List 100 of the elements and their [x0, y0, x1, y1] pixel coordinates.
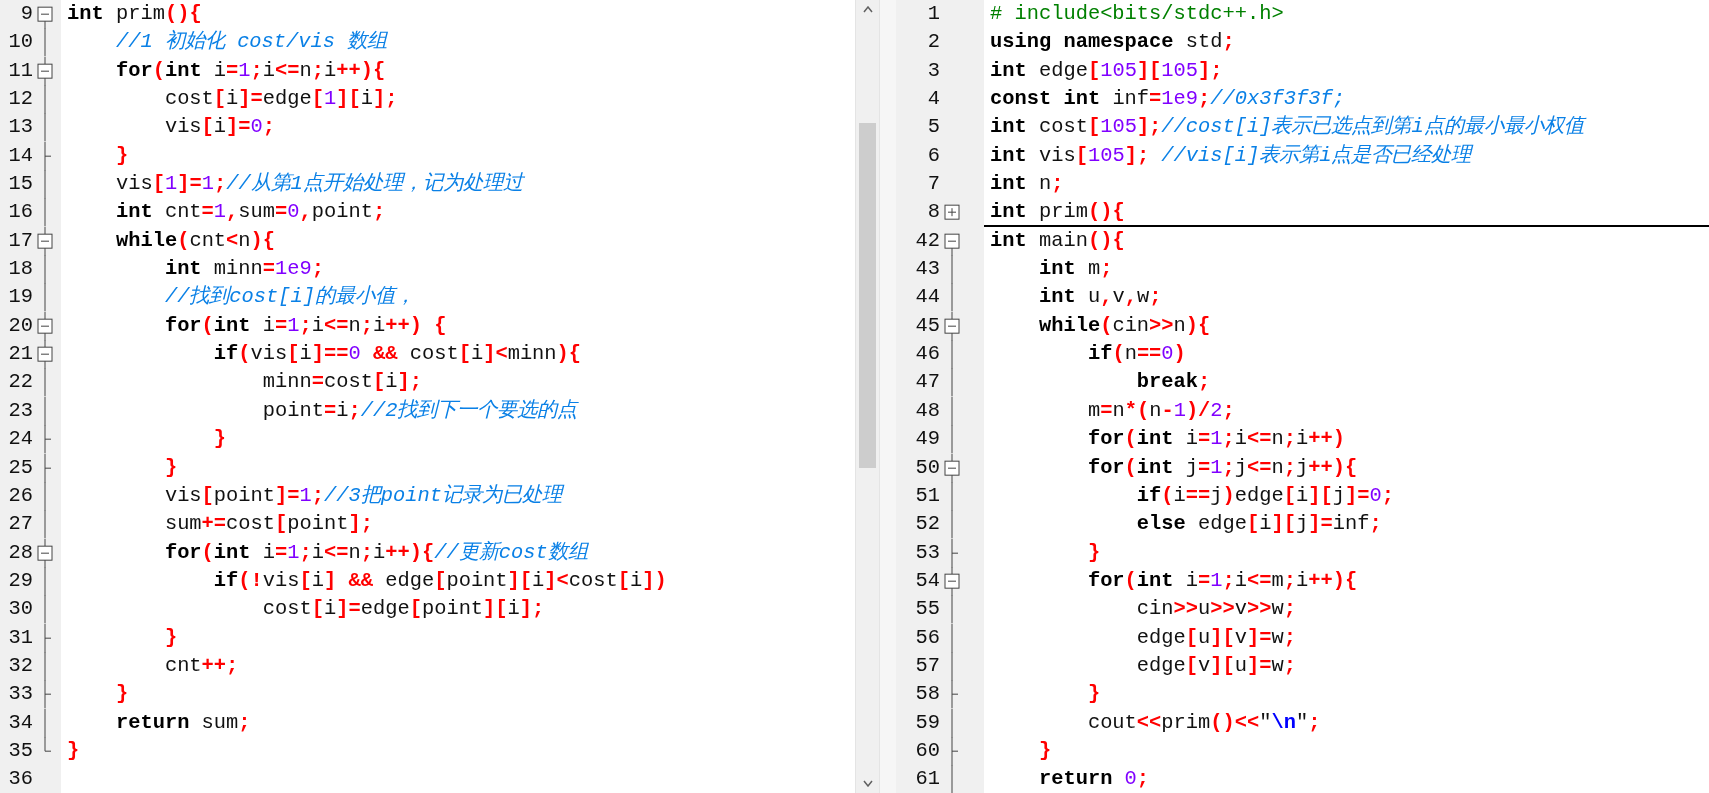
- collapse-icon[interactable]: [37, 340, 53, 369]
- line-number: 26: [7, 482, 33, 509]
- code-line: using namespace std;: [990, 29, 1235, 56]
- code-line: }: [114, 681, 129, 708]
- line-number: 9: [19, 1, 33, 27]
- line-number: 16: [7, 199, 33, 226]
- code-line: sum+=cost[point];: [163, 511, 373, 538]
- line-number: 3: [926, 57, 940, 84]
- line-number: 28: [7, 539, 33, 566]
- scroll-up-icon[interactable]: [862, 6, 873, 13]
- code-line: //1 初始化 cost/vis 数组: [114, 29, 388, 56]
- line-number: 50: [914, 454, 940, 481]
- code-line: }: [163, 454, 178, 481]
- code-line: for(int i=1;i<=n;i++){//更新cost数组: [163, 539, 588, 566]
- line-number: 55: [914, 596, 940, 623]
- scrollbar[interactable]: [855, 0, 880, 793]
- code-line: if(vis[i]==0 && cost[i]<minn){: [212, 341, 582, 368]
- code-line: if(i==j)edge[i][j]=0;: [1135, 482, 1394, 509]
- line-number: 52: [914, 511, 940, 538]
- code-line: cost[i]=edge[1][i];: [163, 86, 398, 113]
- code-line: int edge[105][105];: [990, 57, 1223, 84]
- line-number: 21: [7, 341, 33, 368]
- collapse-icon[interactable]: [37, 226, 53, 256]
- line-number: 49: [914, 426, 940, 453]
- line-number: 2: [926, 29, 940, 56]
- line-number: 47: [914, 369, 940, 396]
- collapse-icon[interactable]: [944, 311, 960, 341]
- line-number: 17: [7, 227, 33, 254]
- line-number: 24: [7, 426, 33, 453]
- code-line: //找到cost[i]的最小值，: [163, 284, 416, 311]
- code-line: int vis[105]; //vis[i]表示第i点是否已经处理: [990, 142, 1472, 169]
- line-number: 42: [914, 227, 940, 254]
- code-line: return sum;: [114, 709, 251, 736]
- scroll-down-icon[interactable]: [862, 780, 873, 787]
- line-number: 61: [914, 766, 940, 793]
- code-line: }: [114, 142, 129, 169]
- code-line: }: [1086, 539, 1101, 566]
- line-number: 46: [914, 341, 940, 368]
- line-number: 58: [914, 681, 940, 708]
- line-number: 35: [7, 737, 33, 764]
- code-line: break;: [1135, 369, 1211, 396]
- line-number: 36: [7, 766, 33, 793]
- code-line: cin>>u>>v>>w;: [1135, 596, 1296, 623]
- line-number: 34: [7, 709, 33, 736]
- line-number: 29: [7, 567, 33, 594]
- code-line: # include<bits/stdc++.h>: [990, 1, 1284, 27]
- line-number: 45: [914, 312, 940, 339]
- code-line: cout<<prim()<<"\n";: [1086, 709, 1321, 736]
- line-number: 20: [7, 312, 33, 339]
- code-line: }: [1037, 737, 1052, 764]
- line-number: 23: [7, 397, 33, 424]
- line-number: 18: [7, 256, 33, 283]
- code-line: cost[i]=edge[point][i];: [261, 596, 545, 623]
- code-line: for(int i=1;i<=n;i++){: [114, 57, 386, 84]
- code-line: }: [1086, 681, 1101, 708]
- line-number: 54: [914, 567, 940, 594]
- scrollbar-thumb[interactable]: [859, 123, 876, 468]
- fold-line-icon: [44, 28, 46, 57]
- line-number: 48: [914, 397, 940, 424]
- collapse-icon[interactable]: [37, 538, 53, 567]
- code-line: vis[i]=0;: [163, 114, 276, 141]
- line-number: 27: [7, 511, 33, 538]
- collapse-icon[interactable]: [944, 566, 960, 596]
- code-line: else edge[i][j]=inf;: [1135, 511, 1382, 538]
- line-number: 51: [914, 482, 940, 509]
- code-line: if(!vis[i] && edge[point][i]<cost[i]): [212, 567, 667, 594]
- code-line: int main(){: [990, 227, 1125, 254]
- collapse-icon[interactable]: [944, 453, 960, 482]
- line-number: 8: [926, 199, 940, 226]
- code-line: int m;: [1037, 256, 1113, 283]
- line-number: 4: [926, 86, 940, 113]
- collapse-icon[interactable]: [37, 311, 53, 341]
- line-number: 1: [926, 1, 940, 27]
- code-line: int u,v,w;: [1037, 284, 1162, 311]
- line-number: 11: [7, 57, 33, 84]
- code-line: cnt++;: [163, 652, 239, 679]
- line-number: 30: [7, 596, 33, 623]
- code-line: for(int i=1;i<=m;i++){: [1086, 567, 1358, 594]
- line-number: 7: [926, 171, 940, 198]
- line-number: 56: [914, 624, 940, 651]
- line-number: 43: [914, 256, 940, 283]
- code-line: edge[v][u]=w;: [1135, 652, 1296, 679]
- code-line: }: [163, 624, 178, 651]
- line-number: 14: [7, 142, 33, 169]
- code-line: int prim(){: [990, 199, 1125, 226]
- code-line: int minn=1e9;: [163, 256, 324, 283]
- line-number: 59: [914, 709, 940, 736]
- code-line: while(cin>>n){: [1037, 312, 1211, 339]
- code-line: edge[u][v]=w;: [1135, 624, 1296, 651]
- code-line: }: [67, 737, 80, 764]
- code-line: int n;: [990, 171, 1064, 198]
- code-line: if(n==0): [1086, 341, 1186, 368]
- collapse-icon[interactable]: [37, 56, 53, 86]
- line-number: 33: [7, 681, 33, 708]
- line-number: 44: [914, 284, 940, 311]
- code-line: int prim(){: [67, 1, 202, 27]
- code-line: for(int i=1;i<=n;i++): [1086, 426, 1345, 453]
- line-number: 32: [7, 652, 33, 679]
- code-line: for(int i=1;i<=n;i++) {: [163, 312, 447, 339]
- line-number: 19: [7, 284, 33, 311]
